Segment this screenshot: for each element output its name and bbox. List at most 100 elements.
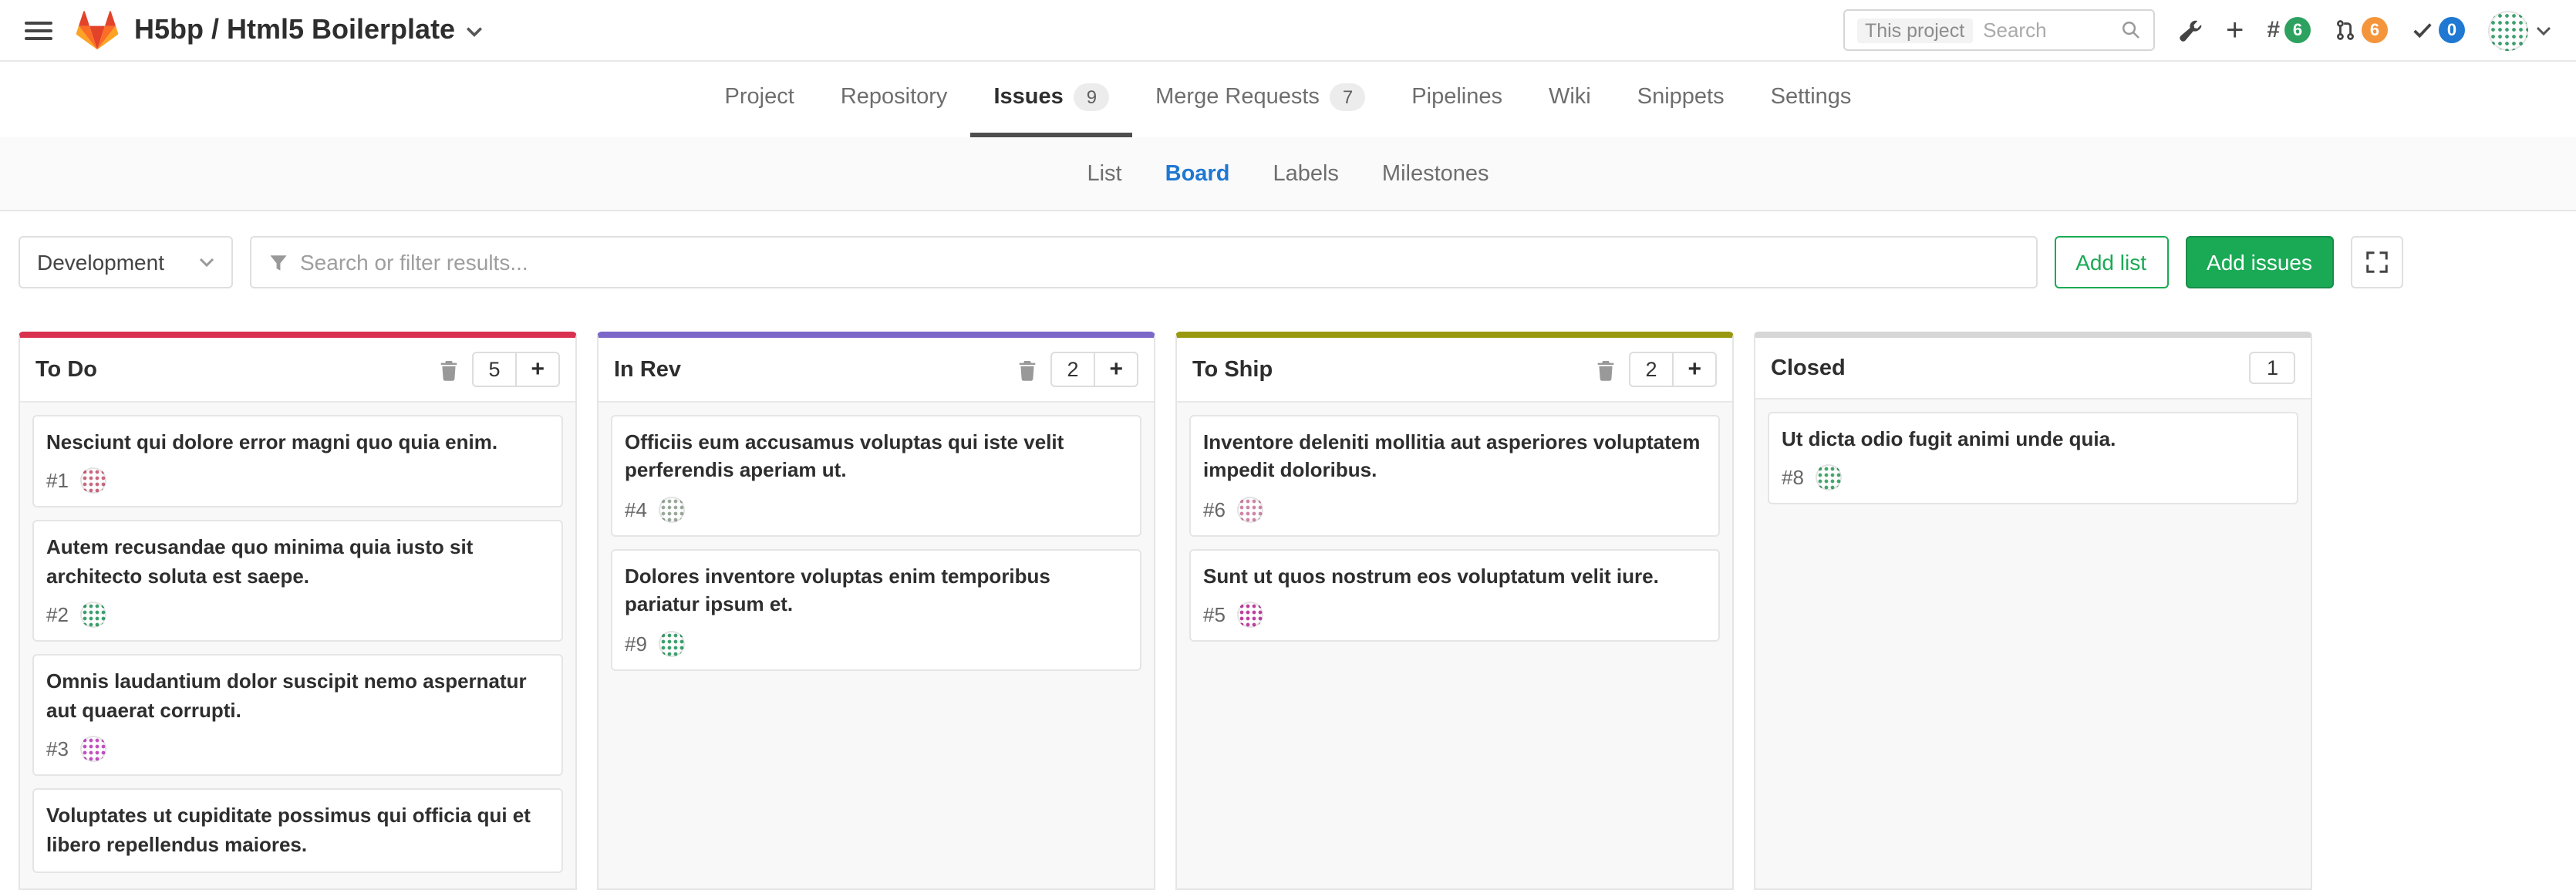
fullscreen-button[interactable]	[2351, 236, 2403, 288]
issue-card[interactable]: Ut dicta odio fugit animi unde quia. #8	[1768, 412, 2298, 505]
column-card-list: Ut dicta odio fugit animi unde quia. #8	[1755, 399, 2311, 888]
assignee-avatar[interactable]	[659, 631, 686, 657]
issue-title: Nesciunt qui dolore error magni quo quia…	[46, 429, 549, 457]
issue-title: Dolores inventore voluptas enim temporib…	[625, 563, 1128, 620]
search-scope-badge: This project	[1857, 18, 1972, 42]
gitlab-board-page: H5bp / Html5 Boilerplate This project Se…	[0, 0, 2576, 890]
column-header: To Do 5 +	[20, 338, 575, 403]
tab-merge-requests[interactable]: Merge Requests 7	[1132, 62, 1388, 137]
admin-wrench-icon[interactable]	[2178, 18, 2203, 42]
issue-number: #3	[46, 738, 69, 761]
navbar-right-controls: This project Search + # 6 6	[1843, 9, 2551, 51]
issue-title: Ut dicta odio fugit animi unde quia.	[1782, 426, 2284, 454]
merge-requests-count-pill: 7	[1330, 83, 1365, 111]
user-menu[interactable]	[2488, 10, 2551, 50]
add-issue-to-list-button[interactable]: +	[515, 353, 558, 386]
issue-title: Officiis eum accusamus voluptas qui iste…	[625, 429, 1128, 486]
column-issue-count: 1	[2250, 352, 2295, 384]
tab-snippets[interactable]: Snippets	[1614, 62, 1748, 137]
assignee-avatar[interactable]	[659, 497, 686, 523]
issue-title: Autem recusandae quo minima quia iusto s…	[46, 534, 549, 592]
tab-label: Merge Requests	[1155, 85, 1320, 110]
assignee-avatar[interactable]	[1238, 602, 1264, 629]
tab-repository[interactable]: Repository	[818, 62, 971, 137]
assignee-avatar[interactable]	[81, 737, 107, 763]
filter-search-input[interactable]	[300, 250, 2018, 275]
column-title: To Ship	[1192, 357, 1273, 382]
issue-card[interactable]: Autem recusandae quo minima quia iusto s…	[32, 521, 563, 642]
issue-card[interactable]: Voluptates ut cupiditate possimus qui of…	[32, 789, 563, 874]
tab-project[interactable]: Project	[702, 62, 818, 137]
delete-list-icon[interactable]	[1017, 359, 1036, 380]
issues-shortcut[interactable]: # 6	[2267, 17, 2311, 43]
column-title: To Do	[35, 357, 97, 382]
todos-shortcut[interactable]: 0	[2411, 17, 2465, 43]
subtab-milestones[interactable]: Milestones	[1360, 137, 1511, 211]
gitlab-logo-icon[interactable]	[74, 8, 120, 52]
add-issue-to-list-button[interactable]: +	[1094, 353, 1137, 386]
subtab-board[interactable]: Board	[1144, 137, 1252, 211]
chevron-down-icon	[466, 26, 483, 37]
assignee-avatar[interactable]	[1816, 465, 1843, 491]
column-card-list: Officiis eum accusamus voluptas qui iste…	[598, 403, 1154, 888]
assignee-avatar[interactable]	[81, 468, 107, 494]
new-plus-icon[interactable]: +	[2226, 15, 2244, 46]
tab-label: Pipelines	[1411, 85, 1502, 110]
issue-title: Omnis laudantium dolor suscipit nemo asp…	[46, 669, 549, 726]
issue-card[interactable]: Nesciunt qui dolore error magni quo quia…	[32, 415, 563, 508]
delete-list-icon[interactable]	[439, 359, 457, 380]
milestone-dropdown[interactable]: Development	[19, 236, 232, 288]
column-count-group: 5 +	[471, 352, 560, 387]
issues-sub-nav: List Board Labels Milestones	[0, 137, 2576, 211]
assignee-avatar[interactable]	[81, 602, 107, 629]
top-navbar: H5bp / Html5 Boilerplate This project Se…	[0, 0, 2576, 62]
column-issue-count: 2	[1051, 353, 1094, 386]
tab-pipelines[interactable]: Pipelines	[1388, 62, 1526, 137]
issues-hash-icon: #	[2267, 17, 2280, 43]
tab-label: Repository	[841, 85, 948, 110]
issue-title: Inventore deleniti mollitia aut asperior…	[1203, 429, 1706, 486]
add-issues-button[interactable]: Add issues	[2185, 236, 2334, 288]
issue-card[interactable]: Omnis laudantium dolor suscipit nemo asp…	[32, 655, 563, 777]
issue-number: #8	[1782, 467, 1804, 490]
add-issue-to-list-button[interactable]: +	[1672, 353, 1715, 386]
tab-label: Issues	[993, 85, 1063, 110]
chevron-down-icon	[2536, 25, 2551, 35]
todos-check-icon	[2411, 19, 2434, 42]
issue-card[interactable]: Officiis eum accusamus voluptas qui iste…	[611, 415, 1141, 537]
issue-number: #2	[46, 604, 69, 627]
add-list-button[interactable]: Add list	[2054, 236, 2168, 288]
column-card-list: Nesciunt qui dolore error magni quo quia…	[20, 403, 575, 888]
tab-settings[interactable]: Settings	[1748, 62, 1875, 137]
tab-wiki[interactable]: Wiki	[1526, 62, 1614, 137]
assignee-avatar[interactable]	[1238, 497, 1264, 523]
column-header: In Rev 2 +	[598, 338, 1154, 403]
issue-title: Voluptates ut cupiditate possimus qui of…	[46, 803, 549, 860]
project-nav-tabs: Project Repository Issues 9 Merge Reques…	[0, 62, 2576, 137]
delete-list-icon[interactable]	[1596, 359, 1614, 380]
subtab-list[interactable]: List	[1065, 137, 1143, 211]
search-icon	[2121, 20, 2141, 40]
issue-card[interactable]: Inventore deleniti mollitia aut asperior…	[1189, 415, 1720, 537]
issue-number: #4	[625, 498, 647, 521]
project-title-text: H5bp / Html5 Boilerplate	[134, 14, 455, 46]
tab-issues[interactable]: Issues 9	[970, 62, 1132, 137]
global-search-input[interactable]: This project Search	[1843, 9, 2155, 51]
todos-count-badge: 0	[2439, 17, 2465, 43]
search-placeholder-text: Search	[1983, 19, 2110, 42]
column-issue-count: 2	[1630, 353, 1672, 386]
issue-number: #9	[625, 632, 647, 656]
issue-card[interactable]: Sunt ut quos nostrum eos voluptatum veli…	[1189, 549, 1720, 642]
user-avatar	[2488, 10, 2528, 50]
issue-number: #5	[1203, 604, 1226, 627]
fullscreen-icon	[2366, 251, 2388, 273]
issues-count-badge: 6	[2284, 17, 2311, 43]
column-header: To Ship 2 +	[1177, 338, 1732, 403]
project-breadcrumb-title[interactable]: H5bp / Html5 Boilerplate	[134, 14, 483, 46]
merge-requests-shortcut[interactable]: 6	[2334, 17, 2388, 43]
subtab-labels[interactable]: Labels	[1251, 137, 1360, 211]
issue-number: #1	[46, 470, 69, 493]
tab-label: Settings	[1771, 85, 1852, 110]
issue-card[interactable]: Dolores inventore voluptas enim temporib…	[611, 549, 1141, 671]
hamburger-menu-icon[interactable]	[25, 21, 52, 39]
